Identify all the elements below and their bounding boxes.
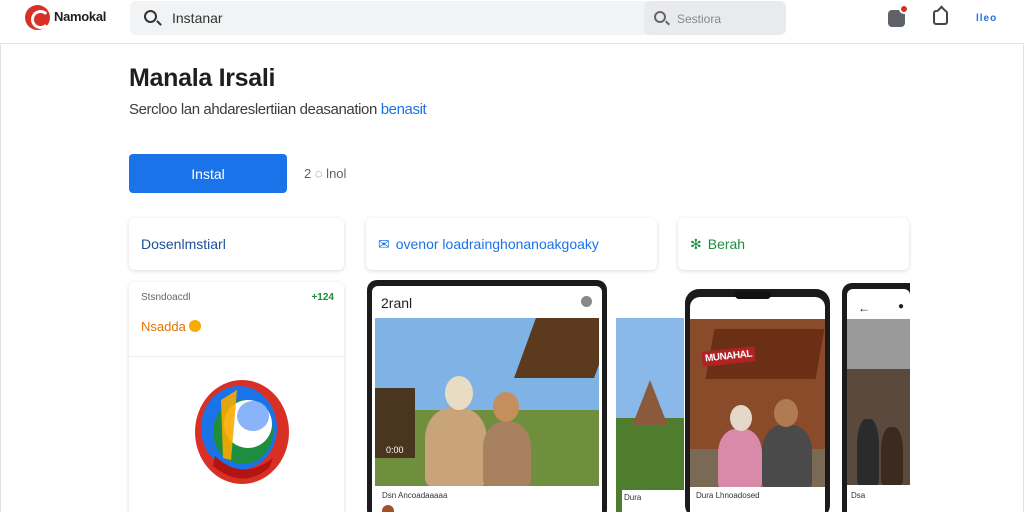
menu-dot-icon[interactable]: ● [898, 301, 904, 312]
listing-card[interactable]: Stsndoacdl +124 Nsadda [129, 282, 344, 512]
person [718, 429, 762, 487]
install-button[interactable]: Instal [129, 154, 287, 193]
card-name-text: Nsadda [141, 319, 186, 334]
person [762, 425, 812, 487]
photo [847, 319, 910, 485]
video-time: 0:00 [386, 445, 404, 455]
avatar [382, 505, 394, 512]
left-border [0, 44, 1, 512]
app-title: Manala Irsali [129, 64, 276, 92]
apps-icon[interactable] [888, 4, 909, 27]
more-menu-button[interactable]: lleo [976, 13, 997, 24]
brand-logo-icon[interactable] [25, 5, 50, 30]
camera-icon [581, 296, 592, 307]
card-count: +124 [311, 292, 334, 303]
screenshot-phone-1[interactable]: 2ranl 0:00 Dsn Ancoadaaaaa [367, 280, 607, 512]
secondary-search[interactable]: Sestiora [644, 1, 786, 35]
phone-header: 2ranl [381, 295, 413, 311]
head [445, 376, 473, 410]
temple-tower [632, 380, 668, 426]
phone-screen: 2ranl 0:00 Dsn Ancoadaaaaa [372, 286, 602, 512]
brand-name[interactable]: Namokal [54, 9, 106, 24]
phone-notch [735, 291, 771, 299]
card-divider [129, 356, 344, 357]
chip-category[interactable]: ✻ Berah [678, 218, 909, 270]
photo [690, 319, 825, 487]
flower-icon: ✻ [690, 236, 702, 252]
share-button[interactable]: 2 ◌ lnol [304, 166, 346, 181]
head [493, 392, 519, 422]
person [425, 408, 487, 486]
temple-caption: Dura [622, 490, 684, 512]
screenshot-temple[interactable]: Dura [616, 318, 684, 512]
chip-label: ovenor loadrainghonanoakgoaky [395, 236, 599, 252]
mail-icon: ✉ [378, 236, 390, 252]
chip-label: Berah [707, 236, 746, 252]
search-icon [144, 10, 157, 23]
top-bar: Namokal Instanar Sestiora lleo [0, 0, 1024, 44]
photo [375, 318, 599, 486]
head [730, 405, 752, 431]
chip-mail[interactable]: ✉ ovenor loadrainghonanoakgoaky [366, 218, 657, 270]
subtitle-text: Sercloo lan ahdareslertiian deasanation [129, 101, 377, 118]
screenshot-phone-2[interactable]: MUNAHAL Dura Lhnoadosed [685, 289, 830, 512]
post-caption: Dsn Ancoadaaaaa [382, 491, 448, 500]
person [483, 422, 531, 486]
person [881, 427, 903, 485]
head [774, 399, 798, 427]
app-logo-icon [195, 380, 289, 484]
home-icon[interactable] [933, 10, 948, 25]
app-subtitle: Sercloo lan ahdareslertiian deasanation … [129, 101, 427, 118]
notification-dot [899, 4, 909, 14]
card-name: Nsadda [141, 319, 201, 334]
chip-label: Dosenlmstiarl [141, 236, 226, 252]
verified-badge-icon [188, 320, 201, 332]
back-arrow-icon[interactable]: ← [858, 301, 870, 315]
secondary-search-placeholder: Sestiora [677, 12, 722, 26]
phone-screen: ← ● Dsa [847, 289, 910, 512]
search-icon [654, 11, 666, 23]
phone-screen: MUNAHAL Dura Lhnoadosed [690, 297, 825, 512]
chip-developer[interactable]: Dosenlmstiarl [129, 218, 344, 270]
search-input[interactable]: Instanar [172, 10, 223, 26]
post-caption: Dsa [851, 491, 866, 500]
card-caption: Stsndoacdl [141, 292, 191, 303]
post-caption: Dura Lhnoadosed [696, 491, 760, 500]
person [857, 419, 879, 485]
share-label: 2 ◌ lnol [304, 166, 347, 181]
street-sky [847, 319, 910, 369]
screenshot-phone-3[interactable]: ← ● Dsa [842, 283, 910, 512]
subtitle-link[interactable]: benasit [381, 101, 427, 118]
